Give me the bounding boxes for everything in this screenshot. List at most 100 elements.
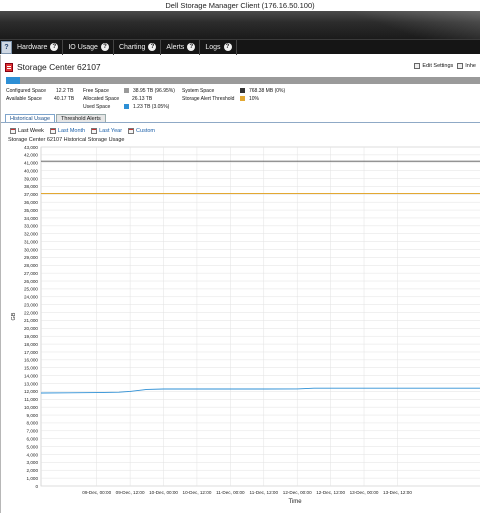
help-icon: ? [223,43,232,51]
range-last-month[interactable]: Last Month [49,128,86,134]
range-last-year[interactable]: Last Year [91,128,122,134]
y-tick-label: 12,000 [24,389,38,394]
nav-hardware[interactable]: Hardware? [12,39,64,55]
y-tick-label: 13,000 [24,381,38,386]
y-tick-label: 43,000 [24,145,38,150]
inherit-label: Inhe [465,63,476,69]
range-last-week[interactable]: Last Week [10,128,44,134]
y-tick-label: 10,000 [24,405,38,410]
help-icon: ? [148,43,157,51]
y-tick-label: 8,000 [27,421,39,426]
y-tick-label: 19,000 [24,334,38,339]
x-tick-label: 13-Dec, 12:00 [383,490,412,495]
system-space-label: System Space [182,88,215,94]
y-tick-label: 2,000 [27,468,39,473]
nav-logs[interactable]: Logs? [200,39,237,55]
free-space-label: Free Space [83,88,109,94]
edit-settings-label: Edit Settings [422,63,454,69]
nav-alerts-label: Alerts [166,43,185,51]
system-space-swatch [240,88,245,94]
free-space-swatch [124,88,129,94]
time-range-selector: Last Week Last Month Last Year Custom [10,128,161,134]
space-summary: Configured Space 12.2 TB Available Space… [6,87,480,115]
used-space-value-row: 1.23 TB (3.05%) [124,104,169,110]
capacity-used-fill [6,77,21,84]
y-tick-label: 38,000 [24,184,38,189]
y-tick-label: 41,000 [24,161,38,166]
capacity-bar [6,77,480,84]
help-button[interactable]: ? [1,40,12,54]
inherit-button[interactable]: Inhe [457,63,476,69]
y-tick-label: 27,000 [24,271,38,276]
inherit-icon [457,63,464,69]
help-icon: ? [187,43,196,51]
system-space-value: 768.38 MB (0%) [249,88,286,94]
x-tick-label: 10-Dec, 12:00 [183,490,212,495]
y-tick-label: 21,000 [24,318,38,323]
alert-threshold-label: Storage Alert Threshold [182,96,235,102]
storage-center-header: Storage Center 62107 [5,61,101,73]
tab-divider [1,122,480,123]
y-axis-label: GB [11,312,17,320]
y-tick-label: 23,000 [24,302,38,307]
y-tick-label: 32,000 [24,232,38,237]
storage-center-icon [5,62,13,72]
range-custom[interactable]: Custom [128,128,155,134]
y-tick-label: 11,000 [24,397,38,402]
y-tick-label: 35,000 [24,208,38,213]
range-last-week-label: Last Week [18,128,44,134]
nav-logs-label: Logs [205,43,221,51]
nav-charting-label: Charting [118,43,146,51]
y-tick-label: 9,000 [27,413,39,418]
content-panel: Storage Center 62107 Edit Settings Inhe … [0,55,480,513]
page-title: Storage Center 62107 [17,62,101,72]
y-tick-label: 30,000 [24,247,38,252]
y-tick-label: 3,000 [27,460,39,465]
calendar-icon [128,128,135,134]
usage-chart: 0 1,000 2,000 3,000 4,000 5,000 6,000 7,000 8,00… [11,145,480,505]
x-tick-label: 09-Dec, 12:00 [116,490,145,495]
x-tick-label: 13-Dec, 00:00 [350,490,379,495]
help-icon: ? [50,43,59,51]
system-space-value-row: 768.38 MB (0%) [240,88,285,94]
y-tick-label: 18,000 [24,342,38,347]
y-tick-label: 42,000 [24,153,38,158]
x-tick-label: 11-Dec, 12:00 [250,490,279,495]
help-icon: ? [100,43,109,51]
range-last-year-label: Last Year [99,128,123,134]
y-tick-label: 22,000 [24,310,38,315]
y-tick-label: 26,000 [24,279,38,284]
nav-io-usage-label: IO Usage [68,43,98,51]
configured-space-value: 12.2 TB [56,88,74,94]
x-tick-label: 10-Dec, 00:00 [149,490,178,495]
y-tick-label: 20,000 [24,326,38,331]
allocated-space-label: Allocated Space [83,96,120,102]
alert-threshold-value-row: 10% [240,96,259,102]
header-banner [0,11,480,39]
y-tick-label: 4,000 [27,452,39,457]
y-tick-label: 25,000 [24,287,38,292]
y-tick-label: 31,000 [24,239,38,244]
alert-threshold-swatch [240,96,245,102]
y-tick-label: 37,000 [24,192,38,197]
y-tick-label: 39,000 [24,176,38,181]
y-tick-label: 34,000 [24,216,38,221]
used-space-label: Used Space [83,104,111,110]
y-tick-label: 28,000 [24,263,38,268]
nav-io-usage[interactable]: IO Usage? [63,39,114,55]
available-space-value: 40.17 TB [54,96,75,102]
y-tick-label: 15,000 [24,366,38,371]
available-space-label: Available Space [6,96,42,102]
edit-settings-button[interactable]: Edit Settings [414,63,453,69]
y-tick-label: 33,000 [24,224,38,229]
range-last-month-label: Last Month [57,128,86,134]
x-axis-label: Time [288,499,302,505]
nav-charting[interactable]: Charting? [114,39,162,55]
edit-settings-icon [414,63,421,69]
header-actions: Edit Settings Inhe [414,63,480,69]
free-space-value: 38.95 TB (96.95%) [133,88,175,94]
calendar-icon [91,128,98,134]
plot-area [40,146,480,487]
y-tick-label: 24,000 [24,295,38,300]
nav-alerts[interactable]: Alerts? [161,39,201,55]
